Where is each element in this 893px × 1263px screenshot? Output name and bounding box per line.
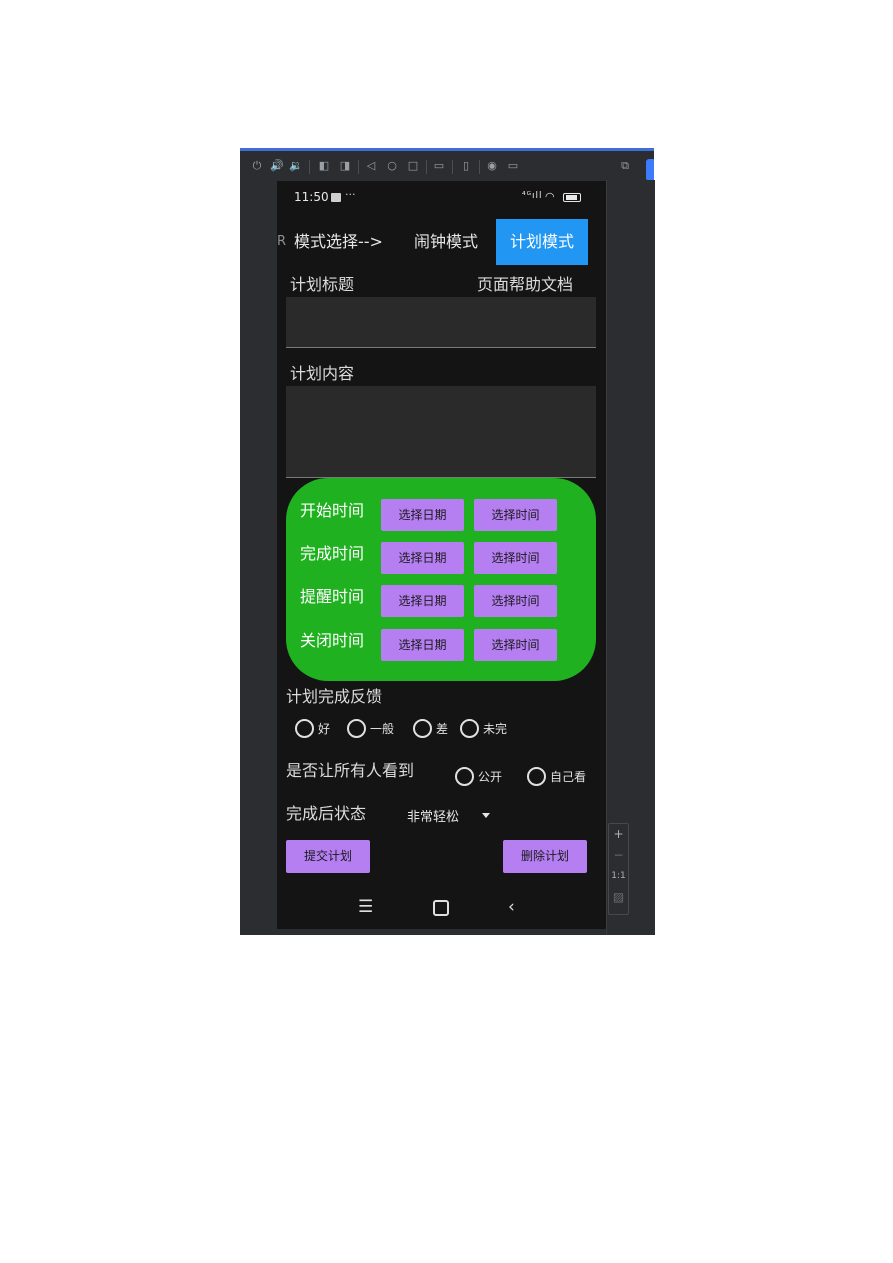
device-icon[interactable]: ▯ bbox=[459, 159, 473, 173]
feedback-label: 计划完成反馈 bbox=[286, 687, 383, 706]
radio-circle-icon bbox=[455, 767, 474, 786]
remind-time-label: 提醒时间 bbox=[300, 587, 365, 606]
mode-tabbar: R 模式选择--> 闹钟模式 计划模式 bbox=[277, 219, 606, 265]
zoom-out-icon[interactable]: − bbox=[609, 845, 628, 866]
start-date-button[interactable]: 选择日期 bbox=[381, 499, 464, 531]
side-panel-tab[interactable] bbox=[646, 159, 654, 181]
finish-time-button[interactable]: 选择时间 bbox=[474, 542, 557, 574]
finish-time-label: 完成时间 bbox=[300, 544, 365, 563]
record-icon[interactable]: ▭ bbox=[506, 159, 520, 173]
radio-circle-icon bbox=[527, 767, 546, 786]
emulator-toolbar: ⏻ 🔊 🔉 ◧ ◨ ◁ ○ □ ▭ ▯ ◉ ▭ ⧉ bbox=[240, 148, 654, 181]
dropdown-arrow-icon[interactable] bbox=[482, 813, 490, 818]
remind-date-button[interactable]: 选择日期 bbox=[381, 585, 464, 617]
display-icon[interactable]: ▭ bbox=[432, 159, 446, 173]
tab-mode-select[interactable]: 模式选择--> bbox=[294, 219, 383, 265]
start-time-label: 开始时间 bbox=[300, 501, 365, 520]
plan-content-label: 计划内容 bbox=[290, 364, 355, 383]
visibility-radio-group: 公开 自己看 bbox=[455, 766, 595, 786]
zoom-fit-icon[interactable]: ▨ bbox=[609, 887, 628, 908]
image-notification-icon bbox=[331, 193, 341, 202]
close-time-button[interactable]: 选择时间 bbox=[474, 629, 557, 661]
status-time: 11:50 bbox=[294, 190, 329, 204]
start-time-button[interactable]: 选择时间 bbox=[474, 499, 557, 531]
emulator-left-pane bbox=[240, 180, 276, 935]
close-date-button[interactable]: 选择日期 bbox=[381, 629, 464, 661]
zoom-in-icon[interactable]: + bbox=[609, 824, 628, 845]
close-time-label: 关闭时间 bbox=[300, 631, 365, 650]
overview-icon[interactable]: □ bbox=[406, 159, 420, 173]
delete-plan-button[interactable]: 删除计划 bbox=[503, 840, 587, 873]
after-state-spinner[interactable]: 非常轻松 bbox=[407, 806, 459, 825]
system-navbar: ☰ ‹ bbox=[277, 887, 606, 929]
emulator-right-pane bbox=[606, 180, 655, 935]
remind-time-button[interactable]: 选择时间 bbox=[474, 585, 557, 617]
battery-icon bbox=[563, 193, 581, 202]
wifi-icon: ◠ bbox=[545, 190, 555, 203]
back-nav-icon[interactable]: ‹ bbox=[508, 897, 515, 917]
time-row-start: 开始时间 选择日期 选择时间 bbox=[286, 497, 596, 533]
radio-circle-icon bbox=[413, 719, 432, 738]
radio-circle-icon bbox=[347, 719, 366, 738]
snapshot-icon[interactable]: ⧉ bbox=[618, 159, 632, 173]
plan-title-label: 计划标题 bbox=[290, 275, 355, 294]
signal-icon: ⁴ᴳıll bbox=[522, 191, 543, 201]
radio-circle-icon bbox=[295, 719, 314, 738]
visibility-label: 是否让所有人看到 bbox=[286, 761, 415, 780]
finish-date-button[interactable]: 选择日期 bbox=[381, 542, 464, 574]
phone-screen: 11:50 ··· ⁴ᴳıll ◠ R 模式选择--> 闹钟模式 计划模式 计划… bbox=[277, 181, 606, 929]
rotate-right-icon[interactable]: ◨ bbox=[338, 159, 352, 173]
rotate-left-icon[interactable]: ◧ bbox=[317, 159, 331, 173]
volume-up-icon[interactable]: 🔊 bbox=[270, 159, 284, 173]
volume-down-icon[interactable]: 🔉 bbox=[289, 159, 303, 173]
camera-icon[interactable]: ◉ bbox=[485, 159, 499, 173]
radio-circle-icon bbox=[460, 719, 479, 738]
submit-plan-button[interactable]: 提交计划 bbox=[286, 840, 370, 873]
feedback-radio-group: 好 一般 差 未完 bbox=[295, 718, 535, 738]
home-icon[interactable]: ○ bbox=[385, 159, 399, 173]
tab-alarm-mode[interactable]: 闹钟模式 bbox=[414, 219, 478, 265]
plan-title-input[interactable] bbox=[286, 297, 596, 348]
plan-content-input[interactable] bbox=[286, 386, 596, 478]
after-state-label: 完成后状态 bbox=[286, 804, 367, 823]
power-icon[interactable]: ⏻ bbox=[250, 159, 264, 173]
time-row-finish: 完成时间 选择日期 选择时间 bbox=[286, 540, 596, 576]
zoom-controls: + − 1:1 ▨ bbox=[608, 823, 629, 915]
help-doc-link[interactable]: 页面帮助文档 bbox=[477, 271, 573, 295]
tab-plan-mode[interactable]: 计划模式 bbox=[496, 219, 588, 265]
zoom-actual-size-button[interactable]: 1:1 bbox=[609, 866, 628, 887]
home-nav-icon[interactable] bbox=[433, 900, 449, 916]
tab-clipped[interactable]: R bbox=[277, 234, 286, 249]
more-notifications-icon: ··· bbox=[345, 188, 356, 201]
back-icon[interactable]: ◁ bbox=[364, 159, 378, 173]
menu-icon[interactable]: ☰ bbox=[358, 897, 373, 917]
time-row-close: 关闭时间 选择日期 选择时间 bbox=[286, 627, 596, 663]
time-selection-panel: 开始时间 选择日期 选择时间 完成时间 选择日期 选择时间 提醒时间 选择日期 … bbox=[286, 478, 596, 681]
status-bar: 11:50 ··· ⁴ᴳıll ◠ bbox=[277, 181, 606, 215]
time-row-remind: 提醒时间 选择日期 选择时间 bbox=[286, 583, 596, 619]
